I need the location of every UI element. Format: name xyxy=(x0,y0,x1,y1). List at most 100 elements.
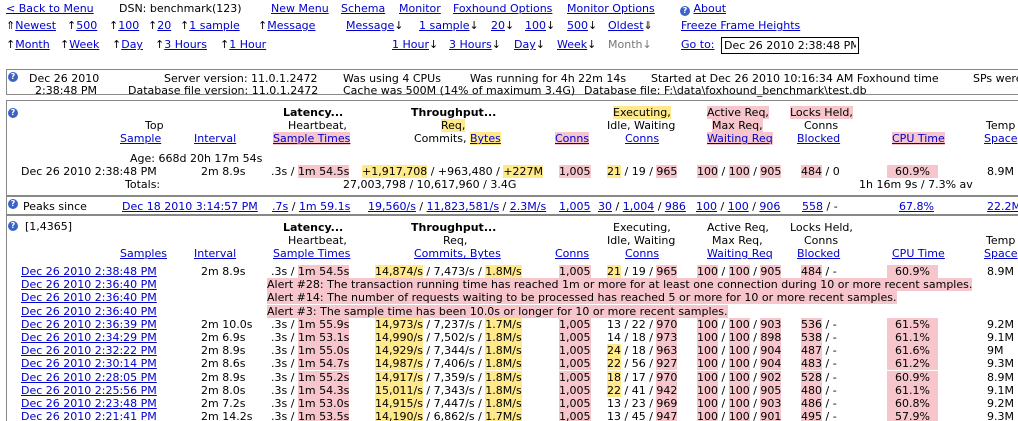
sample-times-header[interactable]: Sample Times xyxy=(273,132,351,145)
week-up-link[interactable]: ↑Week xyxy=(60,38,99,51)
list-samples-header[interactable]: Samples xyxy=(120,247,167,260)
sample-time-link[interactable]: Dec 26 2010 2:23:48 PM xyxy=(21,397,157,410)
list-conns-exec-header[interactable]: Conns xyxy=(625,247,659,260)
sample-throughput: 14,915/s / 7,447/s / 1.8M/s xyxy=(375,397,522,410)
sample-time-link[interactable]: Dec 26 2010 2:36:40 PM xyxy=(21,291,157,304)
list-cpu-time-header[interactable]: CPU Time xyxy=(892,247,945,260)
sample-time-link[interactable]: Dec 26 2010 2:28:05 PM xyxy=(21,371,157,384)
waiting-req-header[interactable]: Waiting Req xyxy=(707,132,773,145)
top-conns: 1,005 xyxy=(559,165,591,178)
peaks-since-link[interactable]: Dec 18 2010 3:14:57 PM xyxy=(122,200,258,213)
list-sample-times-header[interactable]: Sample Times xyxy=(273,247,350,260)
3-hours-down-link[interactable]: 3 Hours↓ xyxy=(449,38,501,51)
day-up-link[interactable]: ↑Day xyxy=(112,38,143,51)
week-down-link[interactable]: Week↓ xyxy=(557,38,596,51)
day-down-link[interactable]: Day↓ xyxy=(514,38,545,51)
up-500-link[interactable]: ↑500 xyxy=(67,19,97,32)
max-req-header: Max Req, xyxy=(712,119,763,132)
sample-latency: .3s / 1m 54.5s xyxy=(271,265,350,278)
1-hour-up-link[interactable]: ↑1 Hour xyxy=(220,38,266,51)
sample-header[interactable]: Sample xyxy=(120,132,161,145)
list-heartbeat-header: Heartbeat, xyxy=(288,234,347,247)
sample-time-link[interactable]: Dec 26 2010 2:34:29 PM xyxy=(21,331,157,344)
list-commits-bytes-header[interactable]: Commits, Bytes xyxy=(414,247,501,260)
sample-time-link[interactable]: Dec 26 2010 2:36:40 PM xyxy=(21,278,157,291)
bytes-header[interactable]: Bytes xyxy=(470,132,501,145)
down-1-sample-link[interactable]: 1 sample↓ xyxy=(419,19,479,32)
message-down-link[interactable]: Message↓ xyxy=(346,19,403,32)
interval-header[interactable]: Interval xyxy=(194,132,236,145)
up-1-sample-link[interactable]: ↑1 sample xyxy=(180,19,240,32)
peaks-throughput: 19,560/s / 11,823,581/s / 2.3M/s xyxy=(368,200,547,213)
sample-time-link[interactable]: Dec 26 2010 2:36:39 PM xyxy=(21,318,157,331)
top-sample-time: Dec 26 2010 2:38:48 PM xyxy=(21,165,157,178)
req-header: Req, xyxy=(441,119,466,132)
goto-input[interactable] xyxy=(721,37,859,54)
peaks-conns[interactable]: 1,005 xyxy=(559,200,591,213)
sample-locks-blocked: 528 / - xyxy=(801,371,837,384)
temp-header: Temp xyxy=(986,119,1016,132)
conns-header[interactable]: Conns xyxy=(555,132,590,145)
schema-link[interactable]: Schema xyxy=(341,2,385,15)
up-100-link[interactable]: ↑100 xyxy=(109,19,139,32)
month-up-link[interactable]: ↑Month xyxy=(6,38,50,51)
sample-throughput: 15,011/s / 7,343/s / 1.8M/s xyxy=(375,384,522,397)
about-link[interactable]: ? About xyxy=(680,2,726,16)
peaks-cpu[interactable]: 67.8% xyxy=(899,200,934,213)
sample-time-link[interactable]: Dec 26 2010 2:21:41 PM xyxy=(21,410,157,421)
sample-time-link[interactable]: Dec 26 2010 2:36:40 PM xyxy=(21,305,157,318)
sample-latency: .3s / 1m 53.1s xyxy=(271,331,350,344)
sample-time-link[interactable]: Dec 26 2010 2:25:56 PM xyxy=(21,384,157,397)
list-conns-header[interactable]: Conns xyxy=(555,247,589,260)
list-interval-header[interactable]: Interval xyxy=(194,247,236,260)
peaks-temp[interactable]: 22.2M xyxy=(987,200,1018,213)
help-icon[interactable]: ? xyxy=(8,199,18,209)
list-idle-waiting-header: Idle, Waiting xyxy=(607,234,676,247)
1-hour-down-link[interactable]: 1 Hour↓ xyxy=(392,38,438,51)
sample-cpu: 60.9% xyxy=(887,371,938,384)
monitor-options-link[interactable]: Monitor Options xyxy=(567,2,655,15)
help-icon[interactable]: ? xyxy=(8,221,18,231)
down-100-link[interactable]: 100↓ xyxy=(525,19,555,32)
help-icon[interactable]: ? xyxy=(8,108,18,118)
back-to-menu-link[interactable]: < Back to Menu xyxy=(6,2,94,15)
sample-conns: 1,005 xyxy=(559,371,591,384)
sample-time-link[interactable]: Dec 26 2010 2:32:22 PM xyxy=(21,344,157,357)
top-interval: 2m 8.9s xyxy=(201,165,246,178)
top-exec-idle-wait: 21 / 19 / 965 xyxy=(607,165,678,178)
arrow-down-icon: ↓ xyxy=(642,38,652,51)
up-20-link[interactable]: ↑20 xyxy=(148,19,171,32)
newest-link[interactable]: ⇑Newest xyxy=(6,19,56,32)
sample-throughput: 14,929/s / 7,344/s / 1.8M/s xyxy=(375,344,522,357)
sample-time-link[interactable]: Dec 26 2010 2:38:48 PM xyxy=(21,265,157,278)
sample-cpu: 61.2% xyxy=(887,357,938,370)
space-header[interactable]: Space xyxy=(984,132,1018,145)
down-20-link[interactable]: 20↓ xyxy=(491,19,514,32)
sample-time-link[interactable]: Dec 26 2010 2:30:14 PM xyxy=(21,357,157,370)
new-menu-link[interactable]: New Menu xyxy=(271,2,329,15)
sample-cpu: 61.1% xyxy=(887,384,938,397)
sample-locks-blocked: 536 / - xyxy=(801,318,837,331)
arrow-up-icon: ↑ xyxy=(67,19,77,32)
freeze-frame-heights-link[interactable]: Freeze Frame Heights xyxy=(681,19,800,32)
down-500-link[interactable]: 500↓ xyxy=(567,19,597,32)
list-waiting-req-header[interactable]: Waiting Req xyxy=(707,247,773,260)
foxhound-options-link[interactable]: Foxhound Options xyxy=(453,2,552,15)
help-icon[interactable]: ? xyxy=(8,72,18,82)
list-latency-header: Latency... xyxy=(283,221,344,234)
conns-exec-header[interactable]: Conns xyxy=(625,132,659,145)
list-space-header[interactable]: Space xyxy=(984,247,1018,260)
throughput-header: Throughput... xyxy=(411,106,497,119)
blocked-header[interactable]: Blocked xyxy=(797,132,840,145)
sample-temp: 9M xyxy=(987,344,1004,357)
message-up-link[interactable]: ↑Message xyxy=(258,19,315,32)
list-throughput-header: Throughput... xyxy=(411,221,497,234)
sample-throughput: 14,973/s / 7,237/s / 1.7M/s xyxy=(375,318,522,331)
list-blocked-header[interactable]: Blocked xyxy=(797,247,840,260)
monitor-link[interactable]: Monitor xyxy=(399,2,441,15)
3-hours-up-link[interactable]: ↑3 Hours xyxy=(155,38,207,51)
cpu-time-header[interactable]: CPU Time xyxy=(892,132,945,145)
help-icon: ? xyxy=(680,6,690,16)
oldest-link[interactable]: Oldest⇓ xyxy=(608,19,653,32)
sample-exec-idle-wait: 13 / 45 / 947 xyxy=(607,410,678,421)
